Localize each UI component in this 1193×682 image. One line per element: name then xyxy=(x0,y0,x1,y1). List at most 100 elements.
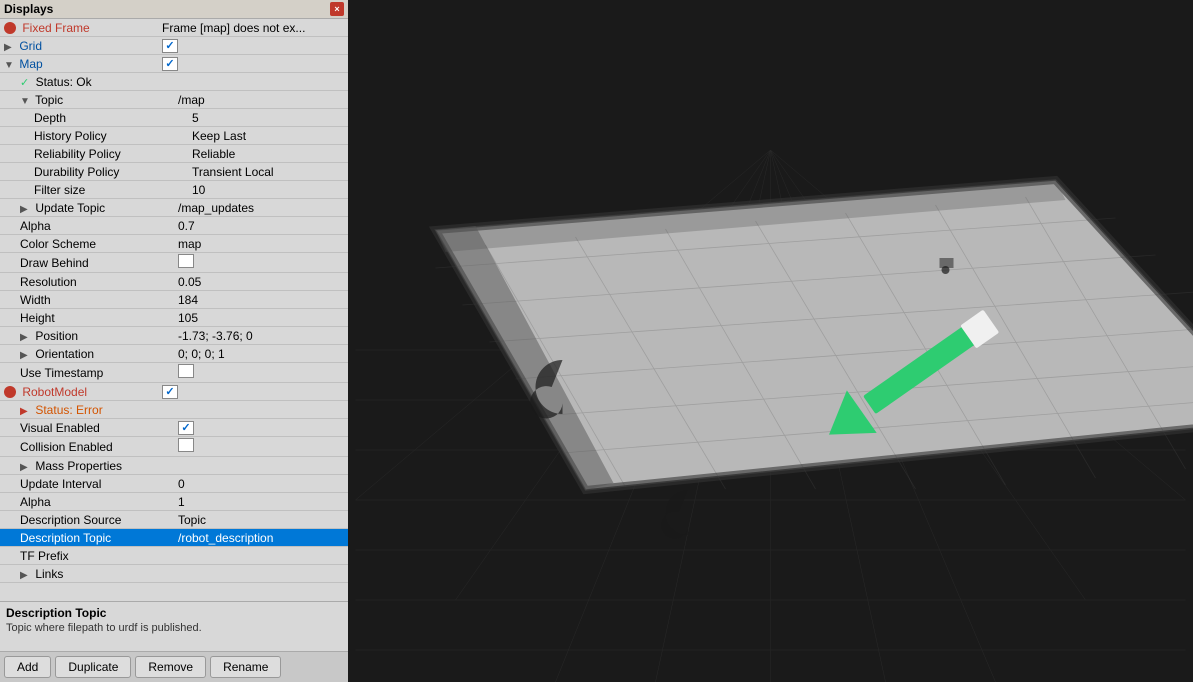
displays-title: Displays xyxy=(4,2,53,16)
add-button[interactable]: Add xyxy=(4,656,51,678)
grid-checkbox[interactable] xyxy=(160,38,346,53)
grid-enable-checkbox[interactable] xyxy=(162,39,178,53)
collision-enabled-row: Collision Enabled xyxy=(0,437,348,457)
duplicate-button[interactable]: Duplicate xyxy=(55,656,131,678)
durability-policy-value: Transient Local xyxy=(190,165,346,179)
alpha2-label: Alpha xyxy=(18,495,176,509)
visual-enabled-enable-checkbox[interactable] xyxy=(178,421,194,435)
topic-label: ▼ Topic xyxy=(18,93,176,107)
map-label: ▼ Map xyxy=(2,57,160,71)
links-label: ▶ Links xyxy=(18,567,176,581)
robot-model-red-circle-icon xyxy=(4,386,16,398)
rename-button[interactable]: Rename xyxy=(210,656,281,678)
use-timestamp-checkbox[interactable] xyxy=(176,364,346,381)
description-source-row: Description Source Topic xyxy=(0,511,348,529)
3d-viewport[interactable]: ◀ xyxy=(348,0,1193,682)
update-topic-expand-icon: ▶ xyxy=(20,204,30,215)
visual-enabled-row: Visual Enabled xyxy=(0,419,348,437)
displays-close-button[interactable]: × xyxy=(330,2,344,16)
update-topic-value: /map_updates xyxy=(176,201,346,215)
resolution-value: 0.05 xyxy=(176,275,346,289)
reliability-policy-row: Reliability Policy Reliable xyxy=(0,145,348,163)
fixed-frame-value: Frame [map] does not ex... xyxy=(160,21,346,35)
orientation-value: 0; 0; 0; 1 xyxy=(176,347,346,361)
alpha-row: Alpha 0.7 xyxy=(0,217,348,235)
status-error-label: ▶ Status: Error xyxy=(18,403,176,417)
map-expand-icon: ▼ xyxy=(4,60,14,71)
position-row[interactable]: ▶ Position -1.73; -3.76; 0 xyxy=(0,327,348,345)
topic-row[interactable]: ▼ Topic /map xyxy=(0,91,348,109)
update-interval-label: Update Interval xyxy=(18,477,176,491)
mass-properties-row[interactable]: ▶ Mass Properties xyxy=(0,457,348,475)
links-row[interactable]: ▶ Links xyxy=(0,565,348,583)
color-scheme-value: map xyxy=(176,237,346,251)
expand-icon: ▶ xyxy=(4,42,14,53)
orientation-expand-icon: ▶ xyxy=(20,350,30,361)
filter-size-value: 10 xyxy=(190,183,346,197)
3d-scene-svg xyxy=(348,0,1193,682)
grid-label: ▶ Grid xyxy=(2,39,160,53)
width-label: Width xyxy=(18,293,176,307)
description-source-value: Topic xyxy=(176,513,346,527)
draw-behind-row: Draw Behind xyxy=(0,253,348,273)
fixed-frame-row[interactable]: Fixed Frame Frame [map] does not ex... xyxy=(0,19,348,37)
use-timestamp-label: Use Timestamp xyxy=(18,366,176,380)
collision-enabled-checkbox[interactable] xyxy=(176,438,346,455)
map-checkbox[interactable] xyxy=(160,56,346,71)
green-check-icon: ✓ xyxy=(20,76,29,89)
description-topic-row[interactable]: Description Topic /robot_description xyxy=(0,529,348,547)
filter-size-row: Filter size 10 xyxy=(0,181,348,199)
description-topic-value: /robot_description xyxy=(176,531,346,545)
left-panel: Displays × Fixed Frame Frame [map] does … xyxy=(0,0,348,682)
map-row[interactable]: ▼ Map xyxy=(0,55,348,73)
robot-model-checkbox[interactable] xyxy=(160,384,346,399)
mass-properties-label: ▶ Mass Properties xyxy=(18,459,176,473)
topic-expand-icon: ▼ xyxy=(20,96,30,107)
displays-tree[interactable]: Fixed Frame Frame [map] does not ex... ▶… xyxy=(0,19,348,601)
topic-value: /map xyxy=(176,93,346,107)
reliability-policy-value: Reliable xyxy=(190,147,346,161)
robot-model-row[interactable]: RobotModel xyxy=(0,383,348,401)
robot-model-label: RobotModel xyxy=(2,385,160,399)
draw-behind-enable-checkbox[interactable] xyxy=(178,254,194,268)
status-ok-label: ✓ Status: Ok xyxy=(18,75,176,89)
color-scheme-label: Color Scheme xyxy=(18,237,176,251)
position-expand-icon: ▶ xyxy=(20,332,30,343)
draw-behind-label: Draw Behind xyxy=(18,256,176,270)
update-topic-row[interactable]: ▶ Update Topic /map_updates xyxy=(0,199,348,217)
history-policy-value: Keep Last xyxy=(190,129,346,143)
update-interval-row: Update Interval 0 xyxy=(0,475,348,493)
width-value: 184 xyxy=(176,293,346,307)
orientation-row[interactable]: ▶ Orientation 0; 0; 0; 1 xyxy=(0,345,348,363)
info-text: Topic where filepath to urdf is publishe… xyxy=(6,622,342,634)
height-value: 105 xyxy=(176,311,346,325)
visual-enabled-checkbox[interactable] xyxy=(176,420,346,435)
history-policy-label: History Policy xyxy=(32,129,190,143)
collision-enabled-enable-checkbox[interactable] xyxy=(178,438,194,452)
alpha2-row: Alpha 1 xyxy=(0,493,348,511)
tf-prefix-label: TF Prefix xyxy=(18,549,176,563)
position-value: -1.73; -3.76; 0 xyxy=(176,329,346,343)
alpha-value: 0.7 xyxy=(176,219,346,233)
tf-prefix-row: TF Prefix xyxy=(0,547,348,565)
remove-button[interactable]: Remove xyxy=(135,656,206,678)
mass-properties-expand-icon: ▶ xyxy=(20,462,30,473)
robot-model-enable-checkbox[interactable] xyxy=(162,385,178,399)
grid-row[interactable]: ▶ Grid xyxy=(0,37,348,55)
red-circle-icon xyxy=(4,22,16,34)
draw-behind-checkbox[interactable] xyxy=(176,254,346,271)
collision-enabled-label: Collision Enabled xyxy=(18,440,176,454)
visual-enabled-label: Visual Enabled xyxy=(18,421,176,435)
reliability-policy-label: Reliability Policy xyxy=(32,147,190,161)
status-error-expand-icon: ▶ xyxy=(20,406,30,417)
filter-size-label: Filter size xyxy=(32,183,190,197)
status-ok-row: ✓ Status: Ok xyxy=(0,73,348,91)
alpha2-value: 1 xyxy=(176,495,346,509)
height-row: Height 105 xyxy=(0,309,348,327)
use-timestamp-row: Use Timestamp xyxy=(0,363,348,383)
durability-policy-label: Durability Policy xyxy=(32,165,190,179)
height-label: Height xyxy=(18,311,176,325)
use-timestamp-enable-checkbox[interactable] xyxy=(178,364,194,378)
status-error-row[interactable]: ▶ Status: Error xyxy=(0,401,348,419)
map-enable-checkbox[interactable] xyxy=(162,57,178,71)
